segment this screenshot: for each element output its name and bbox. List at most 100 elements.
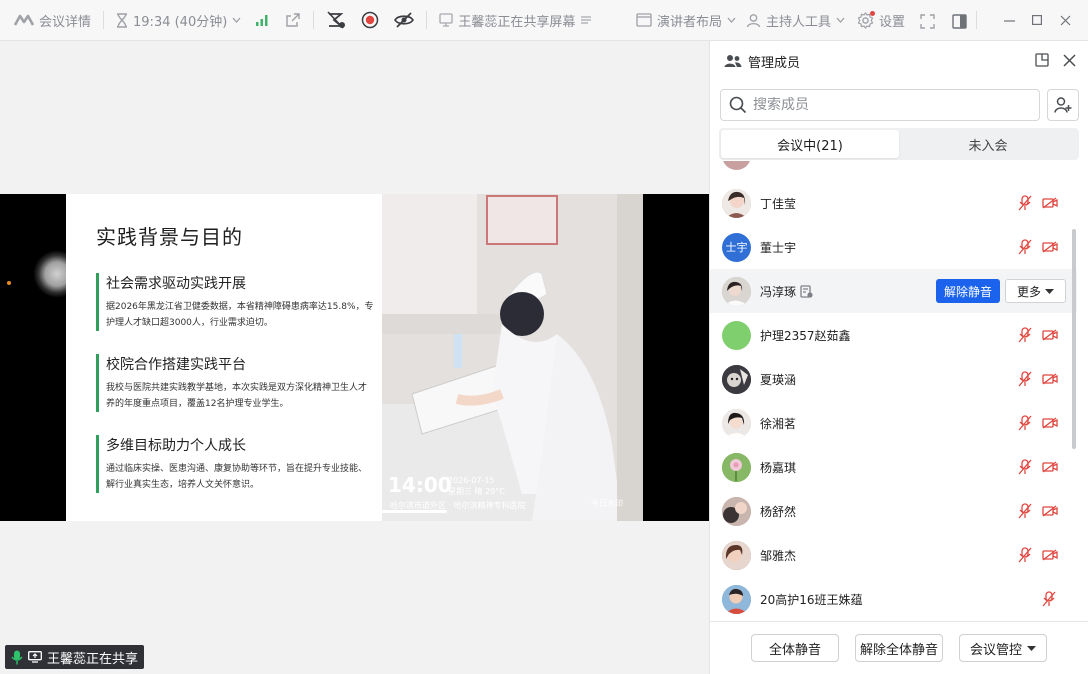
member-name: 杨嘉琪 [760,460,797,475]
pointer-dot [7,281,11,285]
member-search[interactable] [720,89,1040,121]
fullscreen-icon[interactable] [920,14,935,29]
settings-button[interactable]: 设置 [857,10,906,30]
mic-muted-icon[interactable] [1042,591,1056,607]
caret-down-icon [1045,288,1054,294]
avatar [722,408,751,438]
speaker-layout-dropdown[interactable]: 演讲者布局 [636,11,736,30]
video-stage: 实践背景与目的 社会需求驱动实践开展 据2026年黑龙江省卫健委数据，本省精神障… [0,41,709,674]
mic-muted-icon[interactable] [1018,239,1032,255]
more-actions-button[interactable]: 更多 [1005,279,1066,303]
popout-icon[interactable] [285,12,301,28]
camera-off-icon[interactable] [1042,461,1058,473]
mic-muted-icon[interactable] [1018,327,1032,343]
watermark-weekday: 星期三 晴 29°C [448,487,505,496]
section-text: 据2026年黑龙江省卫健委数据，本省精神障碍患病率达15.8%，专 [106,302,374,312]
section-text: 护理人才缺口超3000人，行业需求迫切。 [106,318,273,328]
hourglass-icon [116,12,128,28]
share-scroll-indicator[interactable] [264,510,447,513]
camera-off-icon[interactable] [1042,241,1058,253]
camera-off-icon[interactable] [1042,197,1058,209]
member-row[interactable]: 士宇 董士宇 [710,225,1077,269]
top-toolbar: 会议详情 19:34 (40分钟) 王馨蕊正在共享屏幕 演讲者布局 主持人工具 … [0,0,1088,41]
divider [426,11,428,29]
member-row[interactable]: 夏瑛涵 [710,357,1077,401]
gear-icon [857,10,875,29]
member-row[interactable]: 徐湘茗 [710,401,1077,445]
annotation-off-icon[interactable] [326,11,346,29]
sidebar-toggle-icon[interactable] [952,14,967,29]
panel-header-actions [1035,53,1076,67]
camera-off-icon[interactable] [1042,417,1058,429]
camera-off-icon[interactable] [1042,373,1058,385]
member-list-scrollbar[interactable] [1072,229,1076,449]
panel-footer: 全体静音 解除全体静音 会议管控 [710,621,1088,674]
mic-muted-icon[interactable] [1018,371,1032,387]
close-panel-icon[interactable] [1063,53,1076,67]
record-icon[interactable] [361,11,379,29]
chevron-down-icon [727,17,736,23]
watermark-brand: 今日水印 [591,499,623,508]
photo-scene [382,194,643,521]
minimize-icon[interactable] [1004,20,1015,22]
duration-dropdown[interactable]: 19:34 (40分钟) [116,11,241,30]
avatar [722,452,751,482]
screen-sharing-icon [800,284,813,298]
avatar: 士宇 [722,232,751,262]
presenter-icon [439,13,453,27]
menu-icon [580,14,592,26]
avatar [722,540,751,570]
divider [976,11,977,29]
caret-down-icon [1027,645,1036,651]
meeting-control-dropdown[interactable]: 会议管控 [959,634,1047,662]
add-user-icon [1054,96,1072,114]
screen-share-icon [28,651,42,663]
sharing-badge-label: 王馨蕊正在共享 [47,651,139,667]
avatar [722,188,751,218]
meeting-control-label: 会议管控 [969,642,1022,658]
invite-member-button[interactable] [1047,89,1079,121]
divider [103,11,105,29]
chevron-down-icon [232,17,241,23]
more-label: 更多 [1016,284,1041,299]
tab-not-joined[interactable]: 未入会 [899,130,1077,158]
mic-muted-icon[interactable] [1018,547,1032,563]
member-row[interactable]: 杨舒然 [710,489,1077,533]
close-window-icon[interactable] [1060,15,1071,26]
search-input[interactable] [753,97,1013,113]
sharing-status[interactable]: 王馨蕊正在共享屏幕 [439,11,592,30]
mic-muted-icon[interactable] [1018,503,1032,519]
mic-muted-icon[interactable] [1018,459,1032,475]
shared-screen[interactable]: 实践背景与目的 社会需求驱动实践开展 据2026年黑龙江省卫健委数据，本省精神障… [0,194,709,521]
mute-all-button[interactable]: 全体静音 [751,634,839,662]
host-tools-label: 主持人工具 [766,14,832,30]
signal-strength-icon[interactable] [255,13,269,27]
maximize-icon[interactable] [1032,15,1042,25]
popout-panel-icon[interactable] [1035,53,1049,67]
member-row[interactable]: 冯淳琢 解除静音 更多 [710,269,1077,313]
member-row[interactable]: 邹雅杰 [710,533,1077,577]
slide-section: 校院合作搭建实践平台 我校与医院共建实践教学基地，本次实践是双方深化精神卫生人才… [96,354,386,412]
camera-off-icon[interactable] [1042,549,1058,561]
tab-in-meeting[interactable]: 会议中(21) [721,130,899,158]
hide-view-icon[interactable] [394,12,415,28]
section-heading: 多维目标助力个人成长 [106,438,246,454]
section-heading: 校院合作搭建实践平台 [106,357,246,373]
avatar-initials: 士宇 [725,241,748,254]
settings-label: 设置 [879,14,906,30]
member-row[interactable]: 20高护16班王姝蕴 [710,577,1077,621]
camera-off-icon[interactable] [1042,329,1058,341]
camera-off-icon[interactable] [1042,505,1058,517]
mic-muted-icon[interactable] [1018,415,1032,431]
mic-muted-icon[interactable] [1018,195,1032,211]
member-row[interactable]: 丁佳莹 [710,181,1077,225]
unmute-member-button[interactable]: 解除静音 [936,279,1001,303]
member-row[interactable]: 护理2357赵茹鑫 [710,313,1077,357]
member-list[interactable]: 丁佳莹 士宇 董士宇 冯淳琢 解除静音 更多 护理2357赵茹鑫 夏瑛涵 徐湘茗… [710,161,1077,621]
host-tools-dropdown[interactable]: 主持人工具 [746,11,845,30]
member-row[interactable]: 杨嘉琪 [710,445,1077,489]
meeting-details-button[interactable]: 会议详情 [14,11,91,30]
unmute-all-button[interactable]: 解除全体静音 [855,634,943,662]
host-user-icon [746,13,761,28]
avatar [722,320,751,350]
